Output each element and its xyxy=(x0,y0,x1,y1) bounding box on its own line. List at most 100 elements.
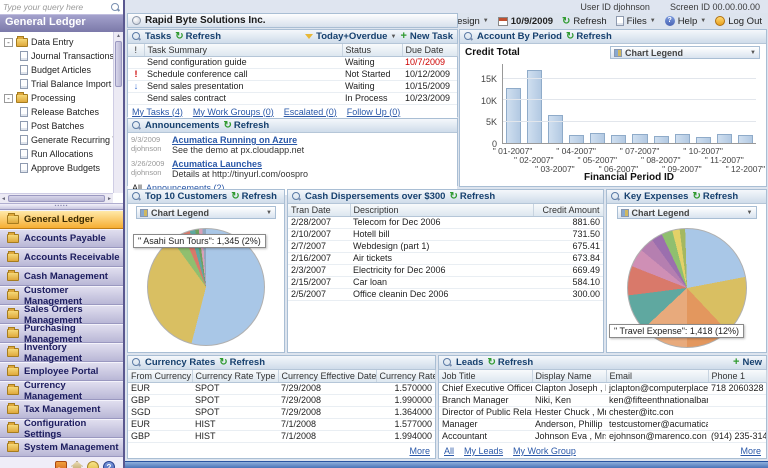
column-header[interactable]: Due Date xyxy=(402,44,457,56)
column-header[interactable]: Currency Rate xyxy=(376,370,435,382)
sidebar-module-sales-orders-management[interactable]: Sales Orders Management xyxy=(0,305,123,324)
column-header[interactable]: Display Name xyxy=(532,370,606,382)
sidebar-module-purchasing-management[interactable]: Purchasing Management xyxy=(0,324,123,343)
sidebar-module-employee-portal[interactable]: Employee Portal xyxy=(0,362,123,381)
column-header[interactable]: Description xyxy=(350,204,533,216)
bar-09-2007[interactable] xyxy=(675,134,690,143)
refresh-button[interactable]: ↻Refresh xyxy=(449,191,495,202)
refresh-button[interactable]: ↻Refresh xyxy=(692,191,738,202)
sidebar-module-tax-management[interactable]: Tax Management xyxy=(0,400,123,419)
table-row[interactable]: EURHIST7/1/20081.577000 xyxy=(128,418,435,430)
search-input[interactable] xyxy=(3,2,111,12)
bar-07-2007[interactable] xyxy=(632,134,647,143)
help-icon[interactable]: ? xyxy=(103,461,115,468)
tree-leaf-approve-budgets[interactable]: Approve Budgets xyxy=(4,161,111,175)
refresh-button[interactable]: ↻Refresh xyxy=(223,120,269,131)
sidebar-module-customer-management[interactable]: Customer Management xyxy=(0,286,123,305)
column-header[interactable]: From Currency xyxy=(128,370,192,382)
my-leads-link[interactable]: My Leads xyxy=(464,446,503,456)
refresh-button[interactable]: ↻Refresh xyxy=(562,16,607,27)
table-row[interactable]: 2/3/2007Electricity for Dec 2006669.49 xyxy=(288,264,603,276)
files-button[interactable]: Files▼ xyxy=(616,16,656,27)
tree-leaf-journal-transactions[interactable]: Journal Transactions xyxy=(4,49,111,63)
chart-legend-dropdown[interactable]: Chart Legend ▼ xyxy=(617,206,757,219)
sidebar-module-inventory-management[interactable]: Inventory Management xyxy=(0,343,123,362)
refresh-button[interactable]: ↻Refresh xyxy=(487,357,533,368)
tree-leaf-budget-articles[interactable]: Budget Articles xyxy=(4,63,111,77)
my-tasks-link[interactable]: My Tasks (4) xyxy=(132,107,183,117)
column-header[interactable]: Credit Amount xyxy=(533,204,603,216)
refresh-button[interactable]: ↻Refresh xyxy=(566,31,612,42)
tree-leaf-post-batches[interactable]: Post Batches xyxy=(4,119,111,133)
new-task-button[interactable]: +New Task xyxy=(400,31,453,42)
task-row[interactable]: Send sales contractIn Process10/23/2009 xyxy=(128,92,457,104)
collapse-icon[interactable]: - xyxy=(4,94,13,103)
sidebar-module-currency-management[interactable]: Currency Management xyxy=(0,381,123,400)
sidebar-module-cash-management[interactable]: Cash Management xyxy=(0,267,123,286)
sidebar-module-general-ledger[interactable]: General Ledger xyxy=(0,210,123,229)
table-row[interactable]: GBPHIST7/1/20081.994000 xyxy=(128,430,435,442)
rss-icon[interactable] xyxy=(55,461,67,468)
bar-11-2007[interactable] xyxy=(717,134,732,143)
help-button[interactable]: ?Help▼ xyxy=(665,16,707,27)
column-header[interactable]: Phone 1 xyxy=(708,370,766,382)
announcement-title-link[interactable]: Acumatica Running on Azure xyxy=(172,135,297,145)
home-icon[interactable] xyxy=(71,461,83,468)
chart-legend-dropdown[interactable]: Chart Legend ▼ xyxy=(610,46,760,59)
task-row[interactable]: !Schedule conference callNot Started10/1… xyxy=(128,68,457,80)
more-link[interactable]: More xyxy=(409,446,430,456)
chat-icon[interactable] xyxy=(87,461,99,468)
table-row[interactable]: EURSPOT7/29/20081.570000 xyxy=(128,382,435,394)
escalated-link[interactable]: Escalated (0) xyxy=(284,107,337,117)
task-row[interactable]: Send configuration guideWaiting10/7/2009 xyxy=(128,56,457,68)
table-row[interactable]: 2/7/2007Webdesign (part 1)675.41 xyxy=(288,240,603,252)
tree-leaf-run-allocations[interactable]: Run Allocations xyxy=(4,147,111,161)
logout-button[interactable]: Log Out xyxy=(715,16,762,27)
chart-legend-dropdown[interactable]: Chart Legend ▼ xyxy=(136,206,276,219)
column-header[interactable]: Email xyxy=(606,370,708,382)
refresh-button[interactable]: ↻Refresh xyxy=(175,31,221,42)
all-link[interactable]: All xyxy=(444,446,454,456)
announcement-title-link[interactable]: Acumatica Launches xyxy=(172,159,262,169)
bar-04-2007[interactable] xyxy=(569,135,584,143)
collapse-icon[interactable]: - xyxy=(4,38,13,47)
more-link[interactable]: More xyxy=(740,446,761,456)
bar-12-2007[interactable] xyxy=(738,135,753,143)
table-row[interactable]: Branch ManagerNiki, Kenken@fifteenthnati… xyxy=(439,394,766,406)
task-row[interactable]: ↓Send sales presentationWaiting10/15/200… xyxy=(128,80,457,92)
tree-vertical-scrollbar[interactable]: ▲ xyxy=(113,32,123,193)
table-row[interactable]: Chief Executive OfficerClapton Joseph , … xyxy=(439,382,766,394)
refresh-button[interactable]: ↻Refresh xyxy=(219,357,265,368)
table-row[interactable]: 2/10/2007Hotell bill731.50 xyxy=(288,228,603,240)
table-row[interactable]: Director of Public RelationsHester Chuck… xyxy=(439,406,766,418)
bar-06-2007[interactable] xyxy=(611,135,626,143)
tree-node-data-entry[interactable]: -Data Entry xyxy=(4,35,111,49)
column-header[interactable]: Status xyxy=(342,44,402,56)
column-header[interactable]: Task Summary xyxy=(144,44,342,56)
bar-02-2007[interactable] xyxy=(527,70,542,143)
date-picker[interactable]: 10/9/2009 xyxy=(498,16,553,27)
refresh-button[interactable]: ↻Refresh xyxy=(231,191,277,202)
table-row[interactable]: 2/15/2007Car loan584.10 xyxy=(288,276,603,288)
sidebar-module-accounts-payable[interactable]: Accounts Payable xyxy=(0,229,123,248)
tree-leaf-release-batches[interactable]: Release Batches xyxy=(4,105,111,119)
table-row[interactable]: ManagerAnderson, Philliptestcustomer@acu… xyxy=(439,418,766,430)
column-header[interactable]: ! xyxy=(128,44,144,56)
sidebar-module-accounts-receivable[interactable]: Accounts Receivable xyxy=(0,248,123,267)
sidebar-module-system-management[interactable]: System Management xyxy=(0,438,123,457)
bar-08-2007[interactable] xyxy=(654,136,669,143)
bar-10-2007[interactable] xyxy=(696,137,711,143)
column-header[interactable]: Currency Effective Date xyxy=(278,370,376,382)
my-work-groups-link[interactable]: My Work Groups (0) xyxy=(193,107,274,117)
sidebar-module-configuration-settings[interactable]: Configuration Settings xyxy=(0,419,123,438)
tree-leaf-trial-balance-import[interactable]: Trial Balance Import xyxy=(4,77,111,91)
table-row[interactable]: AccountantJohnson Eva , Mrs.ejohnson@mar… xyxy=(439,430,766,442)
new-lead-button[interactable]: +New xyxy=(733,357,762,368)
task-filter-dropdown[interactable]: Today+Overdue▼ xyxy=(305,31,396,42)
tree-horizontal-scrollbar[interactable]: ◄► xyxy=(0,193,113,203)
bar-05-2007[interactable] xyxy=(590,133,605,143)
my-work-group-link[interactable]: My Work Group xyxy=(513,446,576,456)
search-icon[interactable] xyxy=(111,3,120,12)
tree-leaf-generate-recurring-trans[interactable]: Generate Recurring Trans xyxy=(4,133,111,147)
table-row[interactable]: 2/28/2007Telecom for Dec 2006881.60 xyxy=(288,216,603,228)
